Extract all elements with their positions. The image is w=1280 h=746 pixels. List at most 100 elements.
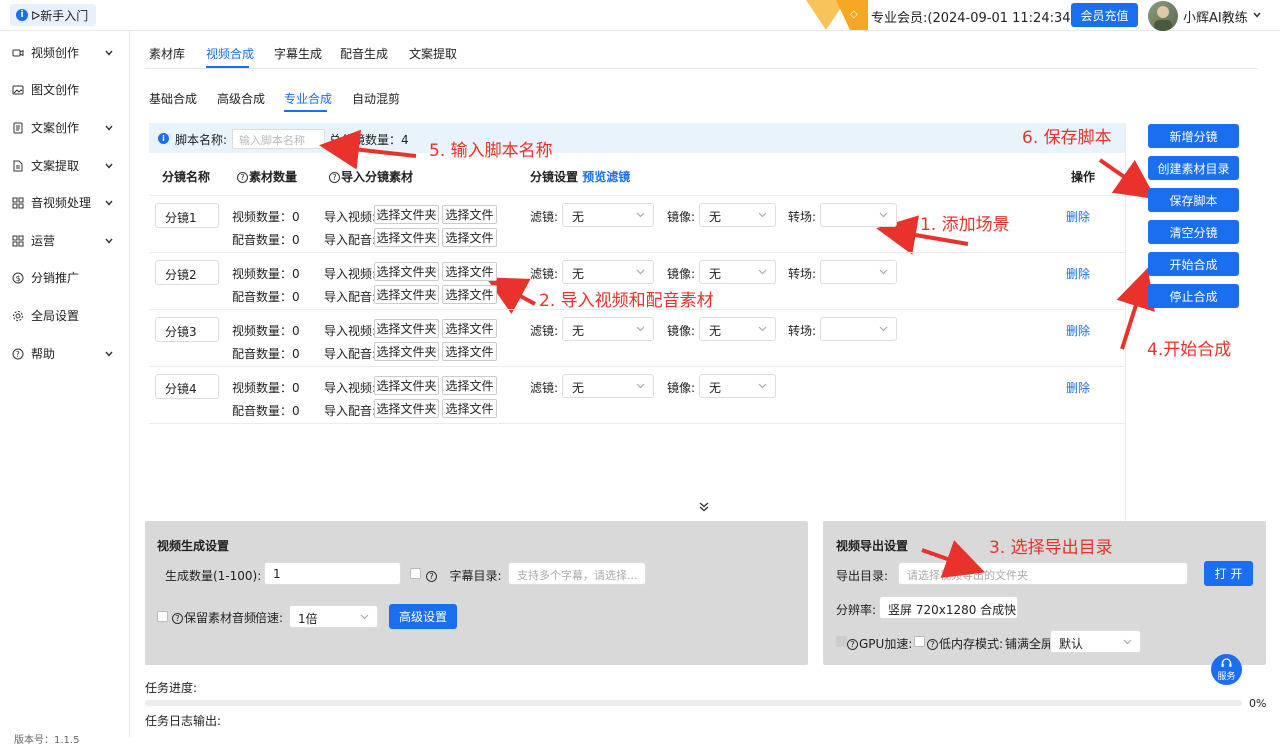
- double-chevron-down-icon[interactable]: [698, 501, 710, 513]
- save-script-button[interactable]: 保存脚本: [1148, 188, 1239, 212]
- shot-name-input[interactable]: 分镜4: [155, 374, 219, 399]
- tab-sub-4[interactable]: 自动混剪: [352, 90, 400, 107]
- mirror-select[interactable]: 无: [699, 374, 776, 398]
- user-name[interactable]: 小辉AI教练: [1183, 7, 1248, 26]
- export-dir-input[interactable]: 请选择视频导出的文件夹: [898, 562, 1188, 585]
- choose-audio-folder-button[interactable]: 选择文件夹: [374, 399, 439, 418]
- help-icon[interactable]: ?: [927, 639, 938, 650]
- chevron-down-icon[interactable]: [104, 123, 114, 133]
- subtitle-checkbox[interactable]: [410, 568, 421, 579]
- open-folder-button[interactable]: 打 开: [1204, 561, 1253, 586]
- choose-audio-file-button[interactable]: 选择文件: [442, 285, 497, 304]
- choose-audio-folder-button[interactable]: 选择文件夹: [374, 285, 439, 304]
- speed-select[interactable]: 1倍: [289, 605, 378, 628]
- choose-video-file-button[interactable]: 选择文件: [442, 319, 497, 338]
- generate-count-input[interactable]: 1: [264, 562, 401, 585]
- sidebar-item-8[interactable]: 全局设置: [0, 297, 130, 334]
- tab-main-2[interactable]: 视频合成: [206, 45, 254, 62]
- customer-service-button[interactable]: 服务: [1211, 654, 1242, 685]
- chevron-down-icon[interactable]: [104, 48, 114, 58]
- keep-audio-checkbox[interactable]: [157, 611, 168, 622]
- help-icon[interactable]: ?: [847, 639, 858, 650]
- help-icon[interactable]: ?: [426, 571, 437, 582]
- tab-sub-1[interactable]: 基础合成: [149, 90, 197, 107]
- shot-name-input[interactable]: 分镜1: [155, 203, 219, 228]
- tab-sub-2[interactable]: 高级合成: [217, 90, 265, 107]
- shot-name-input[interactable]: 分镜3: [155, 317, 219, 342]
- choose-video-folder-button[interactable]: 选择文件夹: [374, 319, 439, 338]
- chevron-down-icon[interactable]: [104, 236, 114, 246]
- sidebar-item-4[interactable]: 文案提取: [0, 147, 130, 184]
- row-divider: [149, 252, 1125, 253]
- choose-audio-folder-button[interactable]: 选择文件夹: [374, 228, 439, 247]
- document-icon: [12, 122, 24, 134]
- delete-shot-link[interactable]: 删除: [1066, 322, 1090, 339]
- beginner-guide-button[interactable]: i ᐅ新手入门: [10, 4, 96, 26]
- gpu-label: ? GPU加速:: [847, 635, 912, 652]
- preview-filter-link[interactable]: 预览滤镜: [582, 170, 630, 184]
- chevron-down-icon[interactable]: [104, 161, 114, 171]
- tab-main-4[interactable]: 配音生成: [340, 45, 388, 62]
- add-shot-button[interactable]: 新增分镜: [1148, 124, 1239, 148]
- filter-select[interactable]: 无: [562, 317, 654, 341]
- sidebar-item-5[interactable]: 音视频处理: [0, 184, 130, 221]
- resolution-select[interactable]: 竖屏 720x1280 合成快: [879, 596, 1018, 619]
- video-icon: [12, 47, 24, 59]
- tab-main-3[interactable]: 字幕生成: [274, 45, 322, 62]
- row-divider: [149, 309, 1125, 310]
- transition-select[interactable]: [820, 317, 897, 341]
- clear-shots-button[interactable]: 清空分镜: [1148, 220, 1239, 244]
- tab-main-5[interactable]: 文案提取: [409, 45, 457, 62]
- script-name-input[interactable]: 输入脚本名称: [232, 129, 325, 149]
- delete-shot-link[interactable]: 删除: [1066, 379, 1090, 396]
- tab-main-1[interactable]: 素材库: [149, 45, 185, 62]
- choose-video-folder-button[interactable]: 选择文件夹: [374, 262, 439, 281]
- recharge-button[interactable]: 会员充值: [1071, 3, 1138, 27]
- shot-name-input[interactable]: 分镜2: [155, 260, 219, 285]
- gpu-checkbox[interactable]: [836, 636, 847, 647]
- export-dir-label: 导出目录:: [836, 569, 889, 583]
- chevron-down-icon[interactable]: [104, 198, 114, 208]
- sidebar-item-2[interactable]: 图文创作: [0, 71, 130, 108]
- help-icon[interactable]: ?: [237, 172, 248, 183]
- filter-select[interactable]: 无: [562, 203, 654, 227]
- sidebar-item-6[interactable]: 运营: [0, 222, 130, 259]
- choose-video-file-button[interactable]: 选择文件: [442, 205, 497, 224]
- mirror-label: 镜像:: [667, 324, 696, 338]
- choose-video-folder-button[interactable]: 选择文件夹: [374, 376, 439, 395]
- filter-select[interactable]: 无: [562, 374, 654, 398]
- choose-video-file-button[interactable]: 选择文件: [442, 376, 497, 395]
- choose-audio-file-button[interactable]: 选择文件: [442, 399, 497, 418]
- transition-select[interactable]: [820, 203, 897, 227]
- choose-audio-folder-button[interactable]: 选择文件夹: [374, 342, 439, 361]
- advanced-settings-button[interactable]: 高级设置: [389, 604, 457, 629]
- mirror-select[interactable]: 无: [699, 317, 776, 341]
- choose-audio-file-button[interactable]: 选择文件: [442, 342, 497, 361]
- chevron-down-icon[interactable]: [1252, 10, 1262, 20]
- choose-audio-file-button[interactable]: 选择文件: [442, 228, 497, 247]
- chevron-down-icon[interactable]: [104, 349, 114, 359]
- tab-sub-3[interactable]: 专业合成: [284, 90, 332, 107]
- start-compose-button[interactable]: 开始合成: [1148, 252, 1239, 276]
- avatar[interactable]: [1148, 1, 1178, 31]
- help-icon[interactable]: ?: [329, 172, 340, 183]
- mirror-select[interactable]: 无: [699, 203, 776, 227]
- help-icon[interactable]: ?: [172, 613, 183, 624]
- transition-select[interactable]: [820, 260, 897, 284]
- sidebar-item-3[interactable]: 文案创作: [0, 109, 130, 146]
- sidebar-item-9[interactable]: ? 帮助: [0, 335, 130, 372]
- create-material-dir-button[interactable]: 创建素材目录: [1148, 156, 1239, 180]
- choose-video-file-button[interactable]: 选择文件: [442, 262, 497, 281]
- subtitle-dir-input[interactable]: 支持多个字幕，请选择...: [508, 562, 646, 585]
- audio-count: 配音数量：0: [232, 290, 300, 304]
- sidebar-item-1[interactable]: 视频创作: [0, 34, 130, 71]
- mirror-select[interactable]: 无: [699, 260, 776, 284]
- filter-select[interactable]: 无: [562, 260, 654, 284]
- sidebar-item-7[interactable]: $ 分销推广: [0, 259, 130, 296]
- low-memory-checkbox[interactable]: [914, 636, 925, 647]
- delete-shot-link[interactable]: 删除: [1066, 265, 1090, 282]
- delete-shot-link[interactable]: 删除: [1066, 208, 1090, 225]
- stop-compose-button[interactable]: 停止合成: [1148, 284, 1239, 308]
- fill-screen-select[interactable]: 默认: [1050, 630, 1141, 653]
- choose-video-folder-button[interactable]: 选择文件夹: [374, 205, 439, 224]
